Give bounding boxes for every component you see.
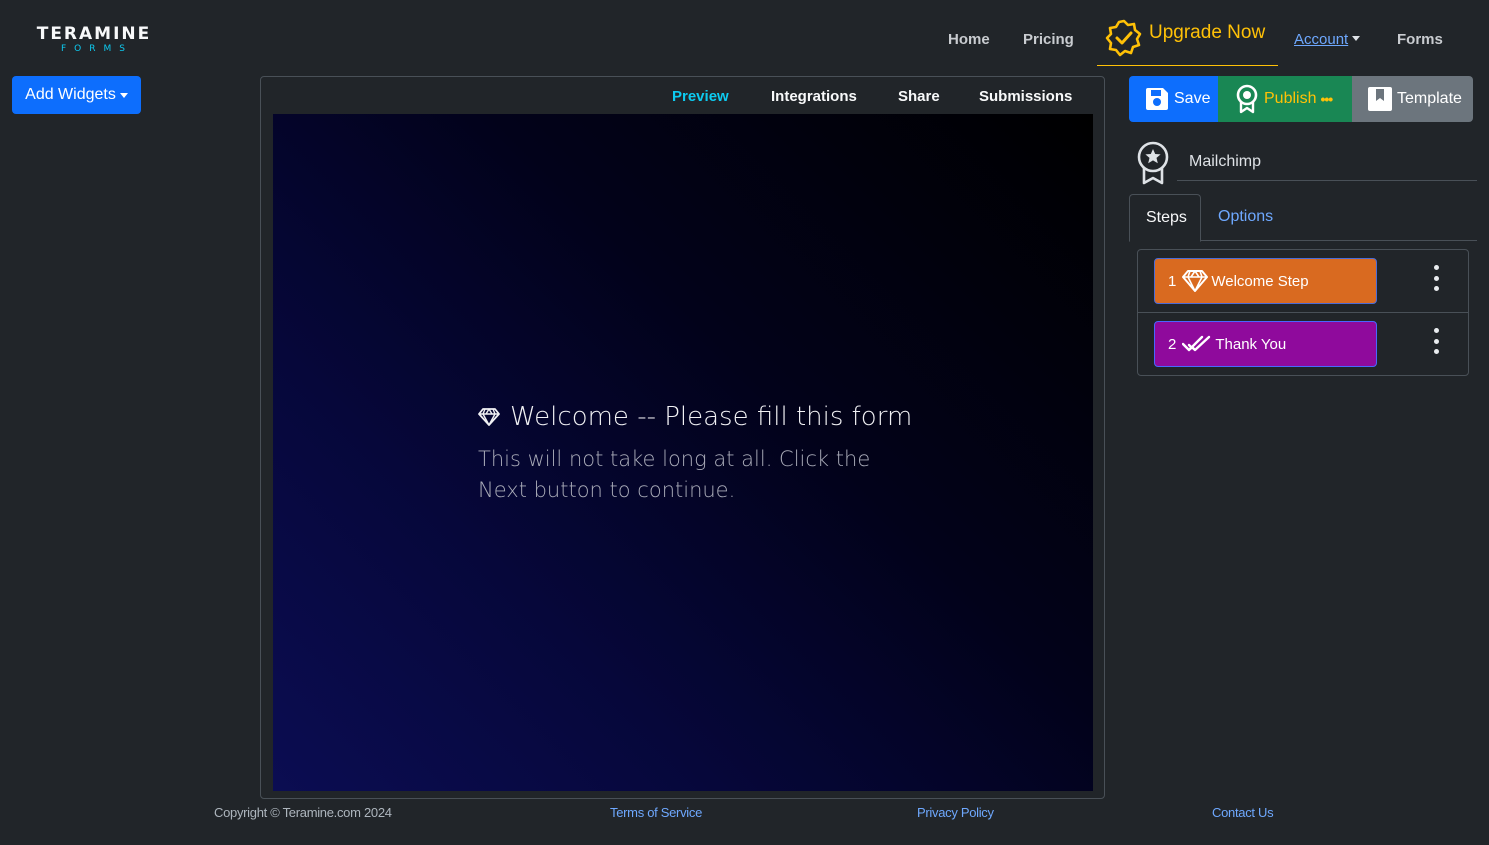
check-all-icon bbox=[1182, 335, 1211, 352]
side-tabs: Steps Options bbox=[1129, 194, 1477, 242]
bookmark-square-icon bbox=[1368, 87, 1392, 111]
add-widgets-label: Add Widgets bbox=[25, 86, 116, 103]
step-list: 1 Welcome Step 2 Thank You bbox=[1137, 249, 1469, 376]
save-label: Save bbox=[1174, 90, 1211, 107]
tab-share[interactable]: Share bbox=[898, 88, 940, 105]
terms-link[interactable]: Terms of Service bbox=[610, 805, 702, 820]
more-dots-icon: ••• bbox=[1320, 91, 1333, 107]
step-menu-icon[interactable] bbox=[1431, 328, 1441, 354]
patch-check-icon bbox=[1105, 19, 1142, 57]
account-dropdown[interactable]: Account bbox=[1294, 30, 1361, 50]
list-item: 2 Thank You bbox=[1138, 313, 1468, 376]
upgrade-label: Upgrade Now bbox=[1149, 22, 1266, 43]
tab-preview[interactable]: Preview bbox=[672, 88, 729, 105]
contact-link[interactable]: Contact Us bbox=[1212, 805, 1274, 820]
tab-steps[interactable]: Steps bbox=[1129, 194, 1201, 242]
template-label: Template bbox=[1397, 90, 1462, 107]
caret-down-icon bbox=[119, 92, 128, 98]
tab-integrations[interactable]: Integrations bbox=[771, 88, 857, 105]
step-label: Thank You bbox=[1215, 335, 1287, 353]
privacy-link[interactable]: Privacy Policy bbox=[917, 805, 994, 820]
form-step-description: This will not take long at all. Click th… bbox=[478, 447, 871, 502]
form-preview-canvas[interactable]: Welcome -- Please fill this form This wi… bbox=[273, 114, 1093, 791]
integration-mailchimp[interactable]: Mailchimp bbox=[1135, 140, 1477, 185]
account-label: Account bbox=[1294, 31, 1349, 48]
copyright-text: Copyright © Teramine.com 2024 bbox=[214, 805, 392, 820]
step-menu-icon[interactable] bbox=[1431, 265, 1441, 291]
step-number: 2 bbox=[1168, 335, 1177, 353]
caret-down-icon bbox=[1352, 36, 1361, 41]
nav-pricing[interactable]: Pricing bbox=[1023, 30, 1074, 50]
publish-button[interactable]: Publish ••• bbox=[1218, 76, 1352, 122]
list-item: 1 Welcome Step bbox=[1138, 250, 1468, 313]
form-title-text: Welcome -- Please fill this form bbox=[510, 402, 913, 432]
brand-logo[interactable]: TERAMINE FORMS bbox=[36, 24, 152, 55]
save-button[interactable]: Save bbox=[1129, 76, 1218, 122]
brand-sub: FORMS bbox=[61, 44, 133, 54]
nav-home[interactable]: Home bbox=[948, 30, 990, 50]
step-thank-you-button[interactable]: 2 Thank You bbox=[1154, 321, 1377, 367]
tab-submissions[interactable]: Submissions bbox=[979, 88, 1072, 105]
floppy-icon bbox=[1146, 88, 1168, 110]
publish-label: Publish bbox=[1264, 90, 1317, 107]
nav-forms[interactable]: Forms bbox=[1397, 30, 1443, 50]
editor-panel: Preview Integrations Share Submissions W… bbox=[260, 76, 1105, 799]
integration-name: Mailchimp bbox=[1177, 140, 1477, 181]
action-button-group: Save Publish ••• Template bbox=[1129, 76, 1473, 122]
gem-icon bbox=[478, 408, 500, 426]
award-icon bbox=[1236, 84, 1258, 114]
tab-options[interactable]: Options bbox=[1218, 208, 1273, 226]
form-step-title: Welcome -- Please fill this form bbox=[478, 402, 912, 432]
step-label: Welcome Step bbox=[1211, 272, 1309, 290]
step-number: 1 bbox=[1168, 272, 1177, 290]
award-icon bbox=[1137, 141, 1169, 185]
template-button[interactable]: Template bbox=[1352, 76, 1473, 122]
upgrade-now-link[interactable]: Upgrade Now bbox=[1097, 14, 1278, 66]
step-welcome-button[interactable]: 1 Welcome Step bbox=[1154, 258, 1377, 304]
brand-name: TERAMINE bbox=[36, 24, 152, 44]
add-widgets-button[interactable]: Add Widgets bbox=[12, 76, 141, 114]
gem-icon bbox=[1182, 270, 1209, 292]
